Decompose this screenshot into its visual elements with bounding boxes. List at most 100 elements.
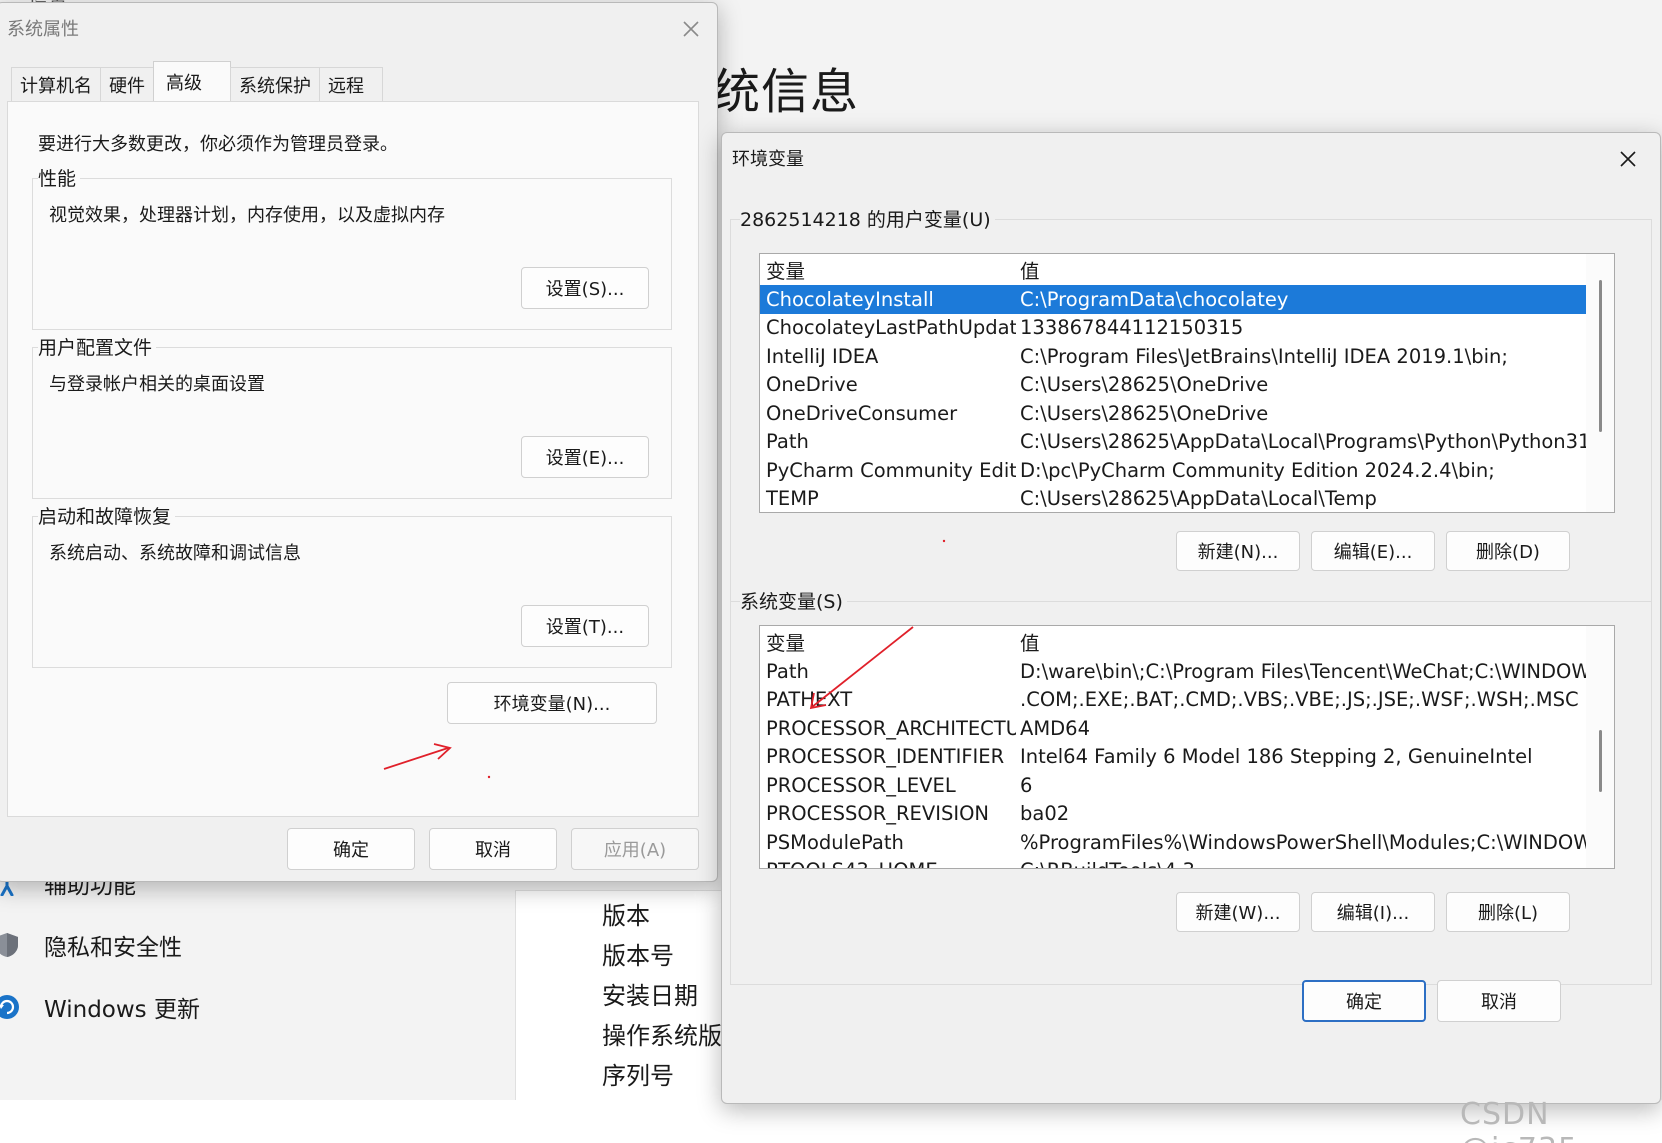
table-row[interactable]: PATHEXT .COM;.EXE;.BAT;.CMD;.VBS;.VBE;.JS… xyxy=(760,686,1614,715)
nav-item-label: 隐私和安全性 xyxy=(44,935,182,961)
admin-note: 要进行大多数更改，你必须作为管理员登录。 xyxy=(38,134,398,155)
tab-remote[interactable]: 远程 xyxy=(319,67,383,101)
info-label-version: 版本号 xyxy=(602,942,674,970)
dialog-title: 系统属性 xyxy=(7,19,79,40)
user-delete-button[interactable]: 删除(D) xyxy=(1446,531,1570,571)
info-label-install-date: 安装日期 xyxy=(602,982,698,1010)
close-button[interactable] xyxy=(671,9,711,49)
user-new-button[interactable]: 新建(N)... xyxy=(1176,531,1300,571)
table-row[interactable]: Path D:\ware\bin\;C:\Program Files\Tencen… xyxy=(760,657,1614,686)
env-dialog-titlebar: 环境变量 xyxy=(722,133,1660,183)
close-icon xyxy=(1620,151,1636,167)
dialog-title: 环境变量 xyxy=(732,149,804,170)
variable-name: OneDriveConsumer xyxy=(766,401,958,425)
table-row[interactable]: PROCESSOR_REVISION ba02 xyxy=(760,800,1614,829)
watermark: CSDN @jc735 xyxy=(1460,1097,1577,1143)
group-title-performance: 性能 xyxy=(38,164,81,191)
tab-system-protection[interactable]: 系统保护 xyxy=(230,67,320,101)
variable-value: C:\Users\28625\OneDrive xyxy=(1020,401,1269,425)
variable-value: %ProgramFiles%\WindowsPowerShell\Modules… xyxy=(1020,830,1588,854)
scrollbar[interactable] xyxy=(1586,254,1614,512)
bottom-strip xyxy=(0,1100,1662,1143)
variable-name: IntelliJ IDEA xyxy=(766,344,879,368)
column-header-variable[interactable]: 变量 xyxy=(760,255,1016,284)
nav-item-privacy[interactable]: 隐私和安全性 xyxy=(0,928,182,962)
variable-value: C:\Program Files\JetBrains\IntelliJ IDEA… xyxy=(1020,344,1508,368)
environment-variables-button[interactable]: 环境变量(N)... xyxy=(447,682,657,724)
tab-hardware[interactable]: 硬件 xyxy=(100,67,154,101)
startup-recovery-settings-button[interactable]: 设置(T)... xyxy=(521,605,649,647)
table-row[interactable]: ChocolateyInstall C:\ProgramData\chocolat… xyxy=(760,285,1586,314)
nav-item-windows-update[interactable]: Windows 更新 xyxy=(0,990,200,1024)
table-row[interactable]: PROCESSOR_LEVEL 6 xyxy=(760,771,1614,800)
system-properties-dialog: 系统属性 计算机名 硬件 高级 系统保护 远程 要进行大多数更改，你必须作为管理… xyxy=(0,2,718,882)
system-edit-button[interactable]: 编辑(I)... xyxy=(1311,892,1435,932)
variable-name: Path xyxy=(766,430,809,454)
variable-value: AMD64 xyxy=(1020,716,1090,740)
scrollbar-thumb[interactable] xyxy=(1599,280,1602,432)
variable-value: .COM;.EXE;.BAT;.CMD;.VBS;.VBE;.JS;.JSE;.… xyxy=(1020,688,1579,712)
variable-name: ChocolateyLastPathUpdate xyxy=(766,316,1016,340)
cancel-button[interactable]: 取消 xyxy=(429,828,557,870)
shield-icon xyxy=(0,932,20,958)
table-row[interactable]: OneDriveConsumer C:\Users\28625\OneDrive xyxy=(760,399,1614,428)
user-profiles-settings-button[interactable]: 设置(E)... xyxy=(521,436,649,478)
table-row[interactable]: RTOOLS43_HOMEC:\RBuildTools\4.3 xyxy=(760,857,1614,868)
tab-advanced[interactable]: 高级 xyxy=(153,61,231,101)
tab-computer-name[interactable]: 计算机名 xyxy=(11,67,101,101)
group-title-startup-recovery: 启动和故障恢复 xyxy=(38,502,176,529)
user-variables-table[interactable]: 变量 值 ChocolateyInstall C:\ProgramData\cho… xyxy=(759,253,1615,513)
page-title: 统信息 xyxy=(712,64,860,120)
apply-button[interactable]: 应用(A) xyxy=(571,828,699,870)
variable-value: D:\pc\PyCharm Community Edition 2024.2.4… xyxy=(1020,458,1495,482)
table-row[interactable]: PROCESSOR_ARCHITECTU... AMD64 xyxy=(760,714,1614,743)
table-row[interactable]: PSModulePath %ProgramFiles%\WindowsPowerS… xyxy=(760,828,1614,857)
system-variables-title: 系统变量(S) xyxy=(740,587,847,614)
column-header-value[interactable]: 值 xyxy=(1016,255,1588,284)
table-row[interactable]: OneDrive C:\Users\28625\OneDrive xyxy=(760,371,1614,400)
table-row[interactable]: ChocolateyLastPathUpdate 1338678441121503… xyxy=(760,314,1614,343)
environment-variables-dialog: 环境变量 2862514218 的用户变量(U) 变量 值 Chocolatey… xyxy=(721,132,1661,1104)
advanced-tab-content: 要进行大多数更改，你必须作为管理员登录。 视觉效果，处理器计划，内存使用，以及虚… xyxy=(7,101,699,817)
variable-name: OneDrive xyxy=(766,373,858,397)
performance-settings-button[interactable]: 设置(S)... xyxy=(521,267,649,309)
variable-value: 6 xyxy=(1020,773,1033,797)
startup-recovery-group: 系统启动、系统故障和调试信息 设置(T)... xyxy=(32,516,672,668)
variable-value: C:\RBuildTools\4.3 xyxy=(1016,859,1588,868)
table-row[interactable]: TEMP C:\Users\28625\AppData\Local\Temp xyxy=(760,485,1614,513)
group-description: 视觉效果，处理器计划，内存使用，以及虚拟内存 xyxy=(49,205,445,226)
variable-name: PROCESSOR_LEVEL xyxy=(766,773,956,797)
table-row[interactable]: PyCharm Community EditionD:\pc\PyCharm C… xyxy=(760,456,1614,485)
close-button[interactable] xyxy=(1608,139,1648,179)
ok-button[interactable]: 确定 xyxy=(1302,980,1426,1022)
variable-name: PATHEXT xyxy=(766,688,853,712)
ok-button[interactable]: 确定 xyxy=(287,828,415,870)
variable-name: PROCESSOR_ARCHITECTU... xyxy=(766,716,1016,740)
scrollbar-thumb[interactable] xyxy=(1599,730,1602,792)
system-new-button[interactable]: 新建(W)... xyxy=(1176,892,1300,932)
user-profiles-group: 与登录帐户相关的桌面设置 设置(E)... xyxy=(32,347,672,499)
system-delete-button[interactable]: 删除(L) xyxy=(1446,892,1570,932)
system-variables-table[interactable]: 变量 值 Path D:\ware\bin\;C:\Program Files\T… xyxy=(759,625,1615,869)
scrollbar[interactable] xyxy=(1586,626,1614,868)
cancel-button[interactable]: 取消 xyxy=(1437,980,1561,1022)
column-header-value[interactable]: 值 xyxy=(1016,627,1588,656)
table-row[interactable]: IntelliJ IDEA C:\Program Files\JetBrains\… xyxy=(760,342,1614,371)
group-title-user-profiles: 用户配置文件 xyxy=(38,333,157,360)
variable-value: C:\Users\28625\AppData\Local\Temp xyxy=(1020,487,1377,511)
variable-name: ChocolateyInstall xyxy=(766,287,934,311)
variable-value: C:\ProgramData\chocolatey xyxy=(1020,287,1289,311)
variable-value: Intel64 Family 6 Model 186 Stepping 2, G… xyxy=(1020,745,1533,769)
refresh-icon xyxy=(0,994,20,1020)
table-row[interactable]: PROCESSOR_IDENTIFIER Intel64 Family 6 Mod… xyxy=(760,743,1614,772)
close-icon xyxy=(683,21,699,37)
user-edit-button[interactable]: 编辑(E)... xyxy=(1311,531,1435,571)
system-properties-titlebar: 系统属性 xyxy=(0,3,717,53)
info-label-edition: 版本 xyxy=(602,902,650,930)
variable-value: C:\Users\28625\OneDrive xyxy=(1020,373,1269,397)
variable-name: PROCESSOR_REVISION xyxy=(766,802,990,826)
group-description: 系统启动、系统故障和调试信息 xyxy=(49,543,301,564)
table-header: 变量 值 xyxy=(760,254,1614,285)
table-row[interactable]: Path C:\Users\28625\AppData\Local\Program… xyxy=(760,428,1614,457)
column-header-variable[interactable]: 变量 xyxy=(760,627,1016,656)
